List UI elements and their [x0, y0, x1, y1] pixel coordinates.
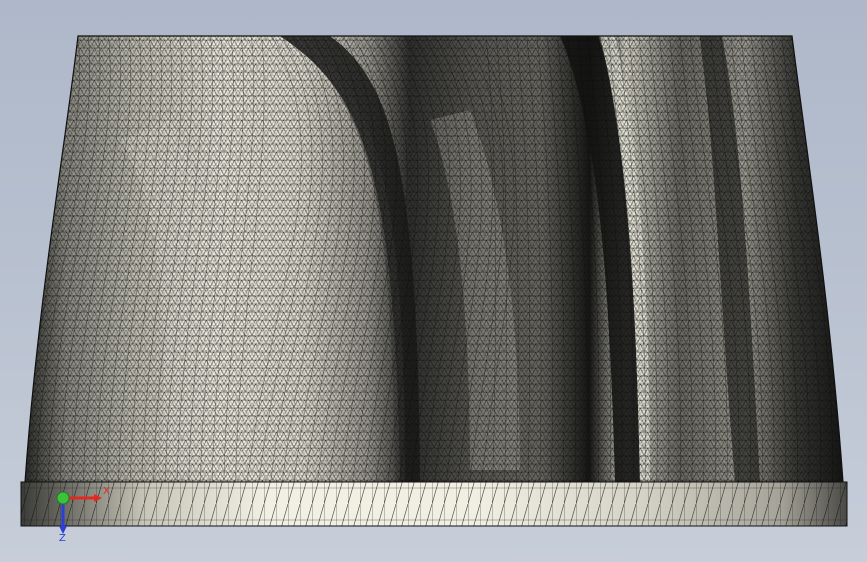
- x-axis-label: X: [103, 486, 110, 497]
- mesh-model[interactable]: [0, 0, 867, 562]
- mesh-body: [24, 35, 844, 483]
- graphics-viewport[interactable]: X Z: [0, 0, 867, 562]
- z-axis-label: Z: [59, 533, 66, 544]
- coordinate-triad[interactable]: X Z: [50, 482, 120, 544]
- mesh-base-ring: [20, 481, 848, 527]
